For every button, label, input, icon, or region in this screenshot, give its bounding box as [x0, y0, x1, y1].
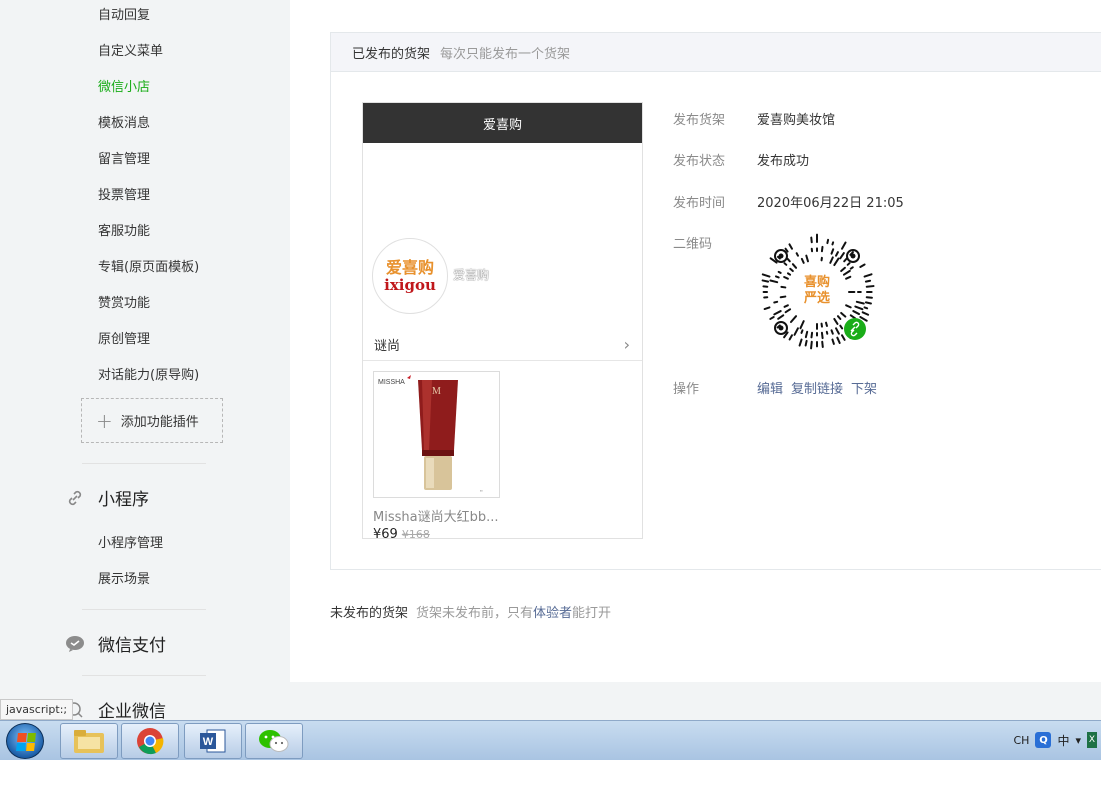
sidebar-item-album[interactable]: 专辑(原页面模板)	[98, 256, 199, 275]
chrome-icon	[137, 728, 164, 755]
product-price: ¥69 ¥168	[373, 527, 430, 539]
logo-text-cn: 爱喜购	[385, 257, 434, 277]
published-shelf-tip: 每次只能发布一个货架	[440, 46, 571, 62]
preview-header: 爱喜购	[363, 103, 642, 143]
svg-text:M: M	[432, 386, 441, 397]
sidebar-item-display-scenes[interactable]: 展示场景	[98, 568, 150, 587]
system-tray: CH Q 中 ▾ X	[1014, 721, 1101, 759]
excel-tray-icon[interactable]: X	[1087, 732, 1097, 748]
shelf-label: 发布货架	[673, 113, 726, 128]
tip-prefix: 货架未发布前，只有	[416, 606, 534, 621]
taskbar: W CH Q 中 ▾ X	[0, 720, 1101, 760]
add-plugin-label: 添加功能插件	[120, 415, 199, 430]
time-label: 发布时间	[673, 196, 726, 211]
sidebar-divider	[82, 463, 206, 464]
qr-label: 二维码	[673, 237, 713, 252]
tip-suffix: 能打开	[572, 606, 612, 621]
folder-icon	[74, 730, 104, 753]
product-price-original: ¥168	[401, 528, 430, 539]
shop-logo: 爱喜购 ixigou	[372, 238, 448, 314]
sidebar-item-reward[interactable]: 赞赏功能	[98, 292, 150, 311]
preview-shop-name: 爱喜购	[453, 268, 490, 282]
main-panel: 已发布的货架 每次只能发布一个货架 爱喜购 爱喜购 ixigou 爱喜购 谜尚 …	[290, 0, 1101, 682]
shelf-preview: 爱喜购 爱喜购 ixigou 爱喜购 谜尚 › MISSHA M ▪▪ Miss…	[362, 102, 643, 539]
time-value: 2020年06月22日 21:05	[757, 196, 904, 211]
published-shelf-box: 已发布的货架 每次只能发布一个货架 爱喜购 爱喜购 ixigou 爱喜购 谜尚 …	[330, 32, 1101, 570]
testers-link[interactable]: 体验者	[533, 606, 572, 621]
published-shelf-title: 已发布的货架	[352, 46, 431, 62]
sidebar-item-customer-service[interactable]: 客服功能	[98, 220, 150, 239]
language-indicator[interactable]: CH	[1014, 734, 1030, 747]
product-name[interactable]: Missha谜尚大红bb...	[373, 506, 498, 525]
status-value: 发布成功	[757, 154, 810, 169]
unpublished-shelf-tip: 货架未发布前，只有体验者能打开	[416, 606, 611, 621]
sidebar-item-custom-menu[interactable]: 自定义菜单	[98, 40, 163, 59]
sidebar-item-wechat-store[interactable]: 微信小店	[98, 76, 150, 95]
sidebar-divider	[82, 609, 206, 610]
preview-category-label: 谜尚	[374, 339, 401, 354]
windows-logo-icon	[16, 733, 36, 751]
app-window: 自动回复 自定义菜单 微信小店 模板消息 留言管理 投票管理 客服功能 专辑(原…	[0, 0, 1101, 720]
wechat-pay-icon	[64, 633, 86, 655]
logo-text-en: ixigou	[384, 275, 436, 294]
sidebar-item-mini-program-management[interactable]: 小程序管理	[98, 532, 163, 551]
sidebar-item-vote-management[interactable]: 投票管理	[98, 184, 150, 203]
edit-link[interactable]: 编辑	[757, 382, 783, 397]
sidebar-section-title: 微信支付	[98, 636, 166, 656]
qr-center-text-1: 喜购	[804, 274, 830, 290]
wechat-icon	[259, 730, 289, 752]
take-down-link[interactable]: 下架	[851, 382, 877, 397]
sidebar-divider	[82, 675, 206, 676]
status-label: 发布状态	[673, 154, 726, 169]
ops-label: 操作	[673, 382, 700, 397]
copy-link-link[interactable]: 复制链接	[791, 382, 843, 397]
status-bar-url: javascript:;	[0, 699, 74, 720]
link-icon	[64, 487, 86, 509]
ime-q-icon[interactable]: Q	[1035, 732, 1052, 748]
chevron-right-icon: ›	[623, 335, 630, 354]
unpublished-shelf-header: 未发布的货架 货架未发布前，只有体验者能打开	[330, 602, 611, 621]
preview-category-row[interactable]: 谜尚 ›	[363, 329, 642, 361]
svg-text:▪▪: ▪▪	[480, 488, 483, 493]
unpublished-shelf-title: 未发布的货架	[330, 606, 409, 621]
sidebar-section-mini-program[interactable]: 小程序	[64, 485, 149, 510]
svg-text:W: W	[203, 736, 214, 748]
sidebar-section-work-wechat[interactable]: 企业微信	[64, 697, 166, 720]
sidebar-section-title: 企业微信	[98, 702, 166, 720]
sidebar-section-title: 小程序	[98, 490, 149, 510]
sidebar-item-template-message[interactable]: 模板消息	[98, 112, 150, 131]
sidebar-item-auto-reply[interactable]: 自动回复	[98, 4, 150, 23]
taskbar-app-chrome[interactable]	[121, 723, 179, 759]
bb-cream-tube-icon: MISSHA M ▪▪	[378, 375, 483, 493]
sidebar-section-wechat-pay[interactable]: 微信支付	[64, 631, 166, 656]
plus-icon: +	[96, 408, 113, 433]
sidebar-item-comment-management[interactable]: 留言管理	[98, 148, 150, 167]
product-price-current: ¥69	[373, 527, 398, 539]
qr-center-text-2: 严选	[803, 290, 830, 306]
mini-program-qr-code: 喜购 严选	[757, 232, 877, 352]
word-icon: W	[200, 729, 226, 753]
add-plugin-button[interactable]: + 添加功能插件	[81, 398, 223, 443]
taskbar-app-wechat[interactable]	[245, 723, 303, 759]
svg-text:MISSHA: MISSHA	[378, 379, 405, 386]
sidebar: 自动回复 自定义菜单 微信小店 模板消息 留言管理 投票管理 客服功能 专辑(原…	[0, 0, 290, 720]
ime-mode[interactable]: 中	[1057, 732, 1069, 749]
product-image[interactable]: MISSHA M ▪▪	[373, 371, 500, 498]
sidebar-item-dialog-ability[interactable]: 对话能力(原导购)	[98, 364, 199, 383]
sidebar-item-original-management[interactable]: 原创管理	[98, 328, 150, 347]
ops-links: 编辑 复制链接 下架	[757, 378, 885, 397]
qr-code-icon: 喜购 严选	[761, 233, 875, 350]
start-button[interactable]	[6, 723, 44, 759]
published-shelf-header: 已发布的货架 每次只能发布一个货架	[331, 33, 1101, 72]
taskbar-app-word[interactable]: W	[184, 723, 242, 759]
shelf-value: 爱喜购美妆馆	[757, 113, 836, 128]
tray-expand-icon[interactable]: ▾	[1075, 734, 1081, 747]
taskbar-app-file-explorer[interactable]	[60, 723, 118, 759]
